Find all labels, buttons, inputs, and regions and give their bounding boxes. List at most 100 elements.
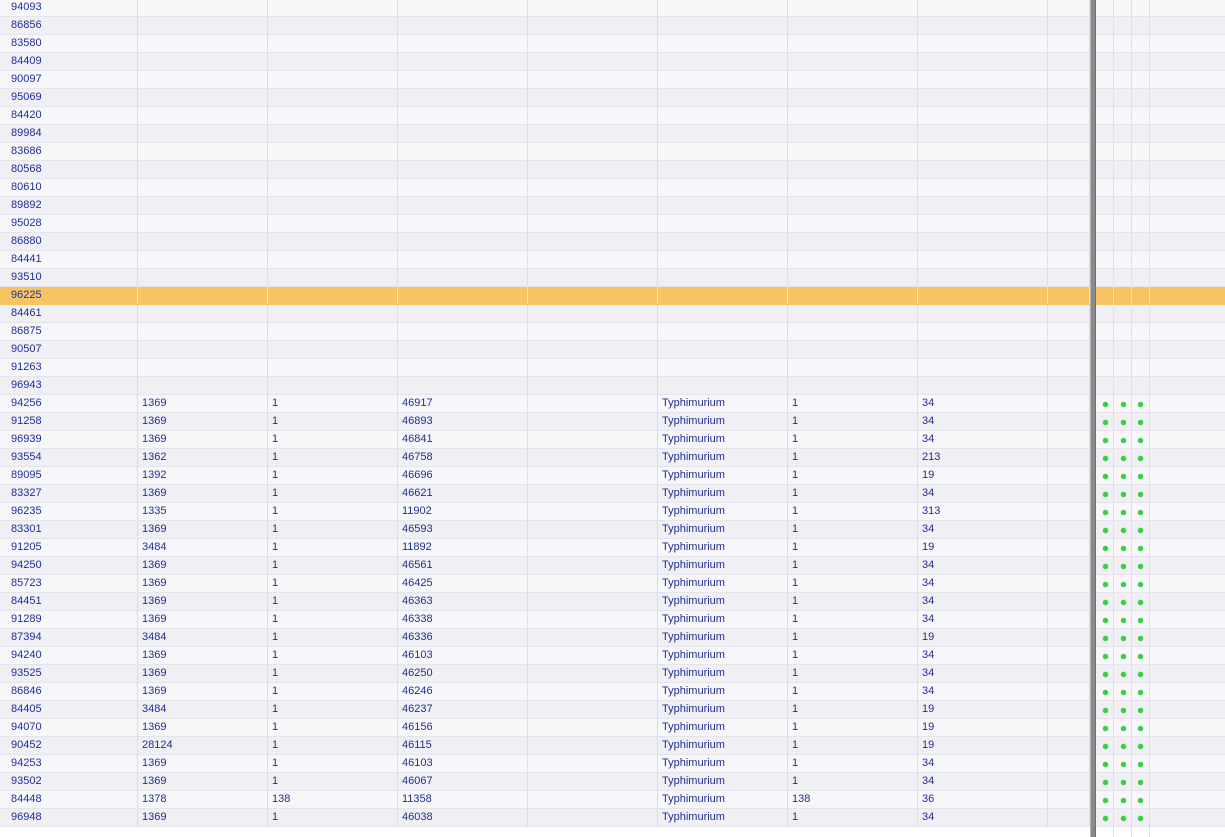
table-row[interactable]: 83580 bbox=[0, 35, 1225, 53]
status-dot-icon bbox=[1103, 672, 1108, 677]
table-cell bbox=[1048, 467, 1090, 484]
table-row[interactable]: 93525 1369 1 46250 Typhimurium 1 34 bbox=[0, 665, 1225, 683]
status-dot-icon bbox=[1138, 528, 1143, 533]
table-row[interactable]: 91258 1369 1 46893 Typhimurium 1 34 bbox=[0, 413, 1225, 431]
table-cell: Typhimurium bbox=[658, 575, 788, 592]
table-row[interactable]: 94070 1369 1 46156 Typhimurium 1 19 bbox=[0, 719, 1225, 737]
table-row[interactable]: 94256 1369 1 46917 Typhimurium 1 34 bbox=[0, 395, 1225, 413]
table-cell: 1369 bbox=[138, 773, 268, 790]
row-id-cell: 94256 bbox=[7, 395, 138, 412]
table-cell: 1 bbox=[268, 809, 398, 826]
table-cell bbox=[268, 305, 398, 322]
table-row[interactable]: 85723 1369 1 46425 Typhimurium 1 34 bbox=[0, 575, 1225, 593]
table-row[interactable]: 83301 1369 1 46593 Typhimurium 1 34 bbox=[0, 521, 1225, 539]
table-row[interactable]: 96235 1335 1 11902 Typhimurium 1 313 bbox=[0, 503, 1225, 521]
table-row[interactable]: 86875 bbox=[0, 323, 1225, 341]
row-id-cell: 94070 bbox=[7, 719, 138, 736]
table-cell bbox=[788, 233, 918, 250]
table-row[interactable]: 84448 1378 138 11358 Typhimurium 138 36 bbox=[0, 791, 1225, 809]
table-cell: 1 bbox=[788, 485, 918, 502]
table-row[interactable]: 84451 1369 1 46363 Typhimurium 1 34 bbox=[0, 593, 1225, 611]
table-cell bbox=[138, 89, 268, 106]
table-row[interactable]: 83686 bbox=[0, 143, 1225, 161]
table-cell: 36 bbox=[918, 791, 1048, 808]
table-cell bbox=[788, 17, 918, 34]
table-cell bbox=[1048, 17, 1090, 34]
table-row[interactable]: 86880 bbox=[0, 233, 1225, 251]
table-row[interactable]: 83327 1369 1 46621 Typhimurium 1 34 bbox=[0, 485, 1225, 503]
table-cell bbox=[268, 359, 398, 376]
table-row[interactable]: 86846 1369 1 46246 Typhimurium 1 34 bbox=[0, 683, 1225, 701]
table-row[interactable]: 84405 3484 1 46237 Typhimurium 1 19 bbox=[0, 701, 1225, 719]
table-row[interactable]: 94250 1369 1 46561 Typhimurium 1 34 bbox=[0, 557, 1225, 575]
row-id-cell: 84451 bbox=[7, 593, 138, 610]
table-row[interactable]: 94253 1369 1 46103 Typhimurium 1 34 bbox=[0, 755, 1225, 773]
table-cell bbox=[268, 233, 398, 250]
table-row[interactable]: 93510 bbox=[0, 269, 1225, 287]
table-row[interactable]: 89892 bbox=[0, 197, 1225, 215]
table-cell bbox=[1048, 449, 1090, 466]
table-cell bbox=[528, 0, 658, 16]
table-row[interactable]: 93502 1369 1 46067 Typhimurium 1 34 bbox=[0, 773, 1225, 791]
table-row[interactable]: 84461 bbox=[0, 305, 1225, 323]
table-cell bbox=[1048, 215, 1090, 232]
table-row[interactable]: 96948 1369 1 46038 Typhimurium 1 34 bbox=[0, 809, 1225, 827]
table-cell bbox=[528, 359, 658, 376]
table-cell bbox=[268, 251, 398, 268]
table-row[interactable]: 80610 bbox=[0, 179, 1225, 197]
table-row[interactable]: 95069 bbox=[0, 89, 1225, 107]
table-row[interactable]: 96939 1369 1 46841 Typhimurium 1 34 bbox=[0, 431, 1225, 449]
status-dot-icon bbox=[1121, 456, 1126, 461]
table-row[interactable]: 84409 bbox=[0, 53, 1225, 71]
table-row[interactable]: 96943 bbox=[0, 377, 1225, 395]
table-cell bbox=[398, 125, 528, 142]
status-dot-icon bbox=[1103, 438, 1108, 443]
table-cell bbox=[658, 341, 788, 358]
table-cell: 46696 bbox=[398, 467, 528, 484]
status-dot-icon bbox=[1121, 654, 1126, 659]
table-cell bbox=[788, 161, 918, 178]
table-row[interactable]: 95028 bbox=[0, 215, 1225, 233]
table-cell: 1 bbox=[788, 629, 918, 646]
table-cell: Typhimurium bbox=[658, 737, 788, 754]
table-cell bbox=[528, 521, 658, 538]
status-dot-icon bbox=[1103, 816, 1108, 821]
status-dot-icon bbox=[1103, 456, 1108, 461]
table-row[interactable]: 80568 bbox=[0, 161, 1225, 179]
table-cell: 3484 bbox=[138, 629, 268, 646]
table-row[interactable]: 84420 bbox=[0, 107, 1225, 125]
table-row-selected[interactable]: 96225 bbox=[0, 287, 1225, 305]
table-cell: 1 bbox=[268, 701, 398, 718]
table-cell bbox=[1048, 305, 1090, 322]
table-row[interactable]: 89095 1392 1 46696 Typhimurium 1 19 bbox=[0, 467, 1225, 485]
table-row[interactable]: 89984 bbox=[0, 125, 1225, 143]
table-row[interactable]: 90507 bbox=[0, 341, 1225, 359]
table-cell: 213 bbox=[918, 449, 1048, 466]
table-row[interactable]: 87394 3484 1 46336 Typhimurium 1 19 bbox=[0, 629, 1225, 647]
table-cell bbox=[918, 17, 1048, 34]
table-row[interactable]: 84441 bbox=[0, 251, 1225, 269]
table-row[interactable]: 94093 bbox=[0, 0, 1225, 17]
table-cell: Typhimurium bbox=[658, 521, 788, 538]
status-dot-icon bbox=[1103, 510, 1108, 515]
table-row[interactable]: 90097 bbox=[0, 71, 1225, 89]
table-row[interactable]: 91205 3484 1 11892 Typhimurium 1 19 bbox=[0, 539, 1225, 557]
table-cell: Typhimurium bbox=[658, 593, 788, 610]
table-cell bbox=[1048, 125, 1090, 142]
status-dot-icon bbox=[1138, 510, 1143, 515]
table-row[interactable]: 90452 28124 1 46115 Typhimurium 1 19 bbox=[0, 737, 1225, 755]
table-cell bbox=[528, 269, 658, 286]
table-cell bbox=[528, 719, 658, 736]
table-cell: 1 bbox=[268, 485, 398, 502]
table-row[interactable]: 91289 1369 1 46338 Typhimurium 1 34 bbox=[0, 611, 1225, 629]
table-cell bbox=[788, 89, 918, 106]
table-cell bbox=[1048, 593, 1090, 610]
table-row[interactable]: 91263 bbox=[0, 359, 1225, 377]
table-row[interactable]: 94240 1369 1 46103 Typhimurium 1 34 bbox=[0, 647, 1225, 665]
table-row[interactable]: 93554 1362 1 46758 Typhimurium 1 213 bbox=[0, 449, 1225, 467]
status-dot-icon bbox=[1103, 474, 1108, 479]
table-row[interactable]: 86856 bbox=[0, 17, 1225, 35]
table-cell bbox=[268, 161, 398, 178]
table-cell bbox=[398, 305, 528, 322]
table-cell: 46237 bbox=[398, 701, 528, 718]
